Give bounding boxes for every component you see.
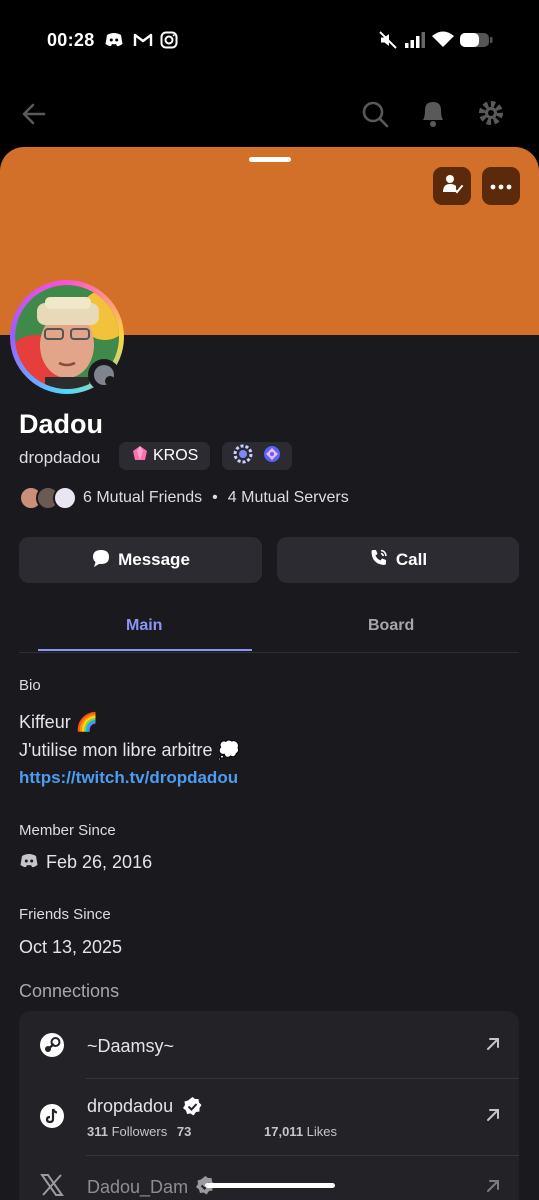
gear-icon xyxy=(476,98,506,133)
battery-icon xyxy=(459,30,493,50)
tiktok-icon xyxy=(39,1103,65,1134)
friends-since-date: Oct 13, 2025 xyxy=(19,937,123,957)
tiktok-stats: 311 Followers 73 xyxy=(87,1124,191,1139)
likes-count: 17,011 xyxy=(264,1124,304,1139)
external-link-icon[interactable] xyxy=(484,1106,502,1129)
discord-icon xyxy=(104,30,124,50)
instagram-icon xyxy=(159,30,179,50)
phone-icon xyxy=(369,548,389,573)
nitro-badge-icon[interactable] xyxy=(232,443,254,470)
background-header xyxy=(0,90,539,140)
x-icon xyxy=(40,1173,64,1200)
back-arrow-icon xyxy=(20,100,48,133)
boost-badge-icon[interactable] xyxy=(262,444,282,469)
connection-steam[interactable]: ~Daamsy~ xyxy=(19,1011,519,1078)
bio-line-1: Kiffeur 🌈 xyxy=(19,712,99,732)
username[interactable]: dropdadou xyxy=(19,448,100,468)
member-since-date: Feb 26, 2016 xyxy=(46,852,153,872)
tab-main[interactable]: Main xyxy=(126,617,162,635)
member-since-label: Member Since xyxy=(19,822,116,839)
connections-label: Connections xyxy=(19,981,120,1001)
gem-icon xyxy=(131,445,149,468)
wifi-icon xyxy=(431,30,455,50)
connection-name: dropdadou xyxy=(87,1096,174,1116)
message-button[interactable]: Message xyxy=(19,537,262,583)
home-indicator[interactable] xyxy=(205,1183,335,1188)
status-bar: 00:28 xyxy=(0,0,539,80)
likes-label: Likes xyxy=(306,1124,338,1139)
mutual-friend-avatars xyxy=(19,486,77,510)
mutual-avatar xyxy=(53,486,77,510)
badges[interactable] xyxy=(222,442,292,470)
followers-label: Followers xyxy=(111,1124,168,1139)
tab-indicator xyxy=(38,649,252,651)
more-icon xyxy=(490,177,512,195)
external-link-icon[interactable] xyxy=(484,1035,502,1058)
discord-icon xyxy=(19,851,39,876)
followers-count: 311 xyxy=(87,1124,108,1139)
connections-card: ~Daamsy~ dropdadou 311 Followers 73 17,0… xyxy=(19,1011,519,1200)
tab-divider xyxy=(19,652,519,653)
call-button-label: Call xyxy=(395,550,428,569)
signal-icon xyxy=(404,30,425,50)
gmail-icon xyxy=(133,30,153,50)
mutuals-row[interactable]: 6 Mutual Friends • 4 Mutual Servers xyxy=(19,486,349,510)
mutuals-separator: • xyxy=(212,489,218,506)
tab-board[interactable]: Board xyxy=(368,617,414,635)
clan-tag-label: KROS xyxy=(153,447,199,464)
mute-icon xyxy=(378,30,398,50)
drag-handle[interactable] xyxy=(249,157,291,162)
clan-tag[interactable]: KROS xyxy=(119,442,211,470)
search-icon xyxy=(360,99,390,134)
display-name: Dadou xyxy=(19,409,103,439)
tiktok-likes: 17,011 Likes xyxy=(264,1124,337,1139)
bio-line-2: J'utilise mon libre arbitre 💭 xyxy=(19,740,240,760)
profile-sheet: Dadou dropdadou KROS 6 Mutual Friends • … xyxy=(0,147,539,1200)
bio-link[interactable]: https://twitch.tv/dropdadou xyxy=(19,768,238,788)
chat-bubble-icon xyxy=(91,548,111,573)
status-time: 00:28 xyxy=(47,30,95,50)
message-button-label: Message xyxy=(118,550,190,569)
friend-status-button[interactable] xyxy=(433,167,471,205)
friend-status-icon xyxy=(441,173,463,200)
connection-name: Dadou_Dam xyxy=(87,1177,189,1197)
status-indicator xyxy=(88,359,120,391)
bell-icon xyxy=(419,98,447,133)
connection-x[interactable]: Dadou_Dam xyxy=(19,1156,519,1200)
verified-icon xyxy=(182,1096,203,1122)
more-options-button[interactable] xyxy=(482,167,520,205)
mutual-friends-count[interactable]: 6 Mutual Friends xyxy=(83,489,202,507)
mutual-servers-count[interactable]: 4 Mutual Servers xyxy=(228,489,349,507)
call-button[interactable]: Call xyxy=(277,537,519,583)
following-count: 73 xyxy=(176,1124,192,1139)
bio-label: Bio xyxy=(19,677,41,694)
steam-icon xyxy=(39,1032,65,1063)
friends-since-label: Friends Since xyxy=(19,906,111,923)
connection-tiktok[interactable]: dropdadou 311 Followers 73 17,011 Likes xyxy=(19,1079,519,1155)
external-link-icon[interactable] xyxy=(484,1177,502,1200)
connection-name: ~Daamsy~ xyxy=(87,1036,175,1056)
